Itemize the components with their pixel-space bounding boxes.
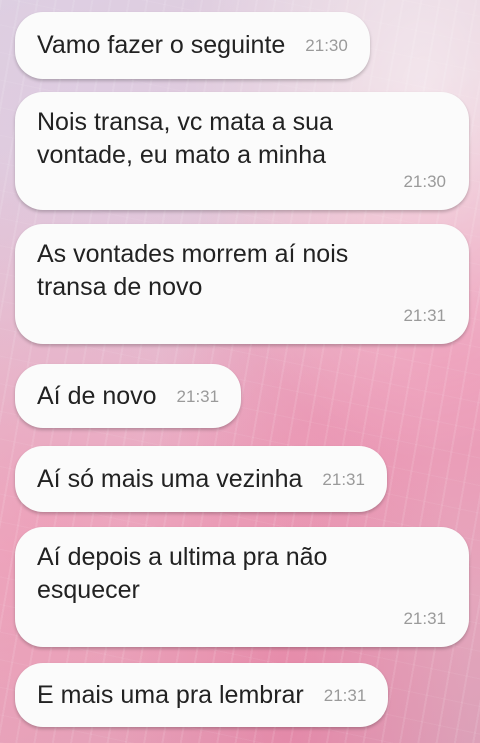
message-text: As vontades morrem aí nois transa de nov…	[37, 240, 349, 301]
message-bubble[interactable]: As vontades morrem aí nois transa de nov…	[15, 224, 469, 344]
message-bubble[interactable]: E mais uma pra lembrar 21:31	[15, 663, 389, 727]
message-text: Vamo fazer o seguinte	[37, 31, 286, 59]
message-list[interactable]: Vamo fazer o seguinte 21:30 Nois transa,…	[0, 0, 480, 743]
message-time: 21:31	[403, 306, 446, 325]
message-bubble[interactable]: Vamo fazer o seguinte 21:30	[15, 12, 370, 79]
message-text: Aí depois a ultima pra não esquecer	[37, 543, 328, 604]
message-bubble[interactable]: Aí de novo 21:31	[15, 364, 242, 428]
message-bubble[interactable]: Aí depois a ultima pra não esquecer 21:3…	[15, 527, 469, 647]
message-text: Aí só mais uma vezinha	[37, 464, 303, 493]
message-time: 21:31	[403, 609, 446, 628]
message-time: 21:31	[322, 469, 365, 489]
message-text: E mais uma pra lembrar	[37, 680, 304, 709]
message-text: Aí de novo	[37, 381, 157, 410]
message-bubble[interactable]: Aí só mais uma vezinha 21:31	[15, 446, 387, 512]
message-time: 21:31	[176, 386, 220, 406]
message-time: 21:30	[403, 172, 446, 191]
message-time: 21:31	[323, 685, 367, 705]
message-text: Nois transa, vc mata a sua vontade, eu m…	[37, 108, 333, 169]
message-bubble[interactable]: Nois transa, vc mata a sua vontade, eu m…	[15, 92, 469, 210]
message-time: 21:30	[305, 36, 348, 55]
